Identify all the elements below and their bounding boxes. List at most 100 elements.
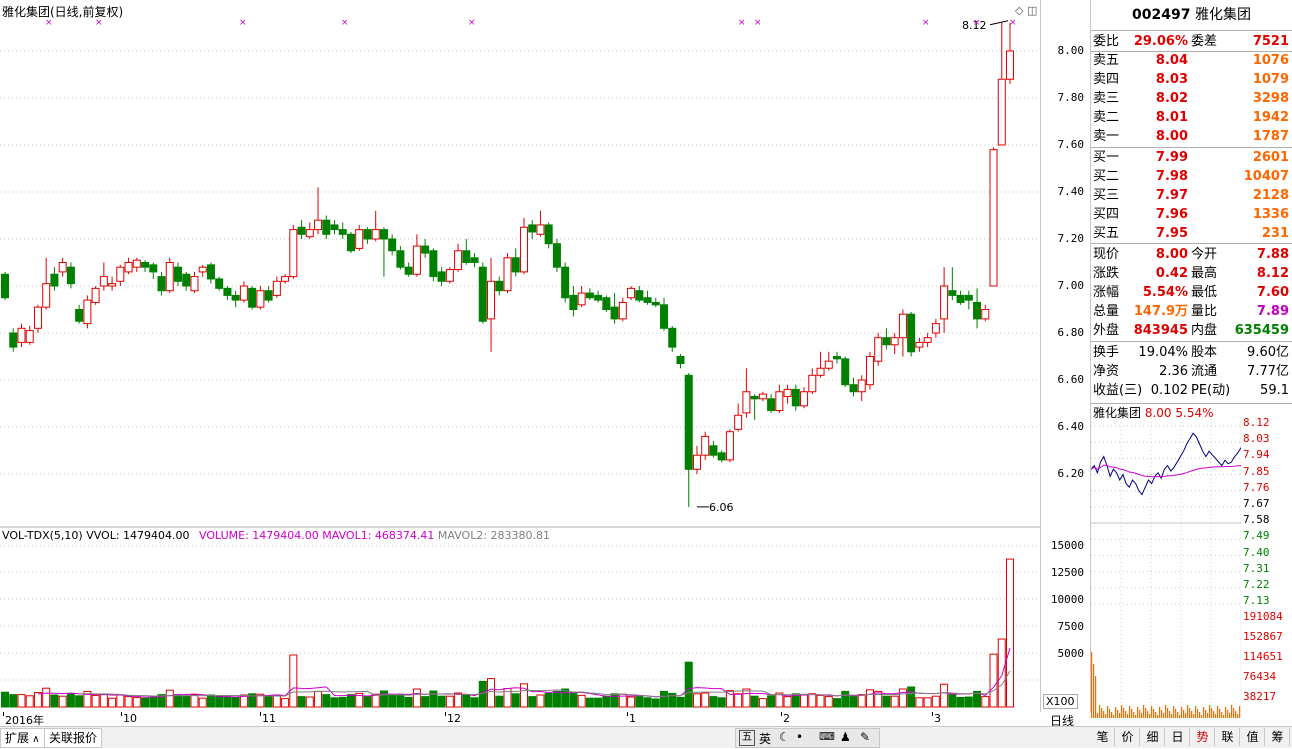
candle-body [1006,50,1014,80]
candle [272,276,281,298]
mini-chart-axis: 8.12 8.03 7.94 7.85 7.76 7.67 7.58 7.49 7.40 7.31… [1241,416,1292,720]
high-arrow [989,20,1009,26]
candle-body [355,229,364,249]
ime-lang-icon[interactable]: 英 [759,730,771,747]
vol-volume: VOLUME: 1479404.00 [199,529,319,542]
vol-mavol1: MAVOL1: 468374.41 [322,529,435,542]
candle-body [725,431,734,461]
volume-bar [215,696,224,708]
candle [544,222,553,249]
mini-volume-bar [1217,706,1219,718]
right-tab[interactable]: 笔 [1091,728,1115,746]
volume-bar [824,696,833,708]
candle [141,260,150,272]
candle-body [421,245,430,254]
mini-volume-bar [1117,710,1119,718]
candle-body [989,149,998,287]
volume-bar [915,697,924,708]
candle [322,215,331,239]
candle [297,220,306,239]
mini-volume-bar [1195,706,1197,718]
candle [330,220,339,235]
volume-bar [692,693,701,708]
candle-body [841,358,850,386]
stat-row: 总量 147.9万 量比 7.89 [1091,302,1292,321]
candle-body [487,280,496,320]
volume-bar [50,694,59,708]
candle [503,253,512,294]
bid-price: 7.99 [1155,150,1188,165]
mini-volume-bar [1115,707,1117,718]
event-marker-icon: × [738,18,746,28]
volume-bar [643,697,652,708]
right-tab[interactable]: 值 [1241,728,1265,746]
mini-volume-bar [1235,711,1237,718]
candle-body [692,454,701,470]
candle [841,356,850,388]
moon-icon[interactable]: ☾ [779,730,790,744]
right-tab[interactable]: 势 [1191,728,1215,746]
volume-bar [346,694,355,708]
candle [264,286,273,303]
candle-body [248,287,257,308]
volume-bar [165,689,174,708]
event-marker-icon: × [754,18,762,28]
candle [165,257,174,294]
candle-body [816,367,825,376]
intraday-mini-chart[interactable] [1091,418,1241,718]
expand-tab[interactable]: 扩展 ∧ [0,728,45,748]
volume-bar [577,694,586,708]
mini-volume-bar [1227,710,1229,718]
candle [585,288,594,301]
mini-volume-bar [1175,709,1177,718]
candle [948,267,957,301]
candle [635,286,644,303]
candle [66,262,75,289]
right-tab[interactable]: 日 [1166,728,1190,746]
candle-body [363,229,372,240]
volume-bar [421,696,430,708]
stat-label-2: 今开 [1191,247,1218,262]
volume-bar [981,696,990,708]
candle-body [215,278,224,289]
dot-icon[interactable]: • [796,730,803,744]
candle-body [519,226,528,273]
volume-bar [91,694,100,708]
mini-volume-bar [1141,713,1143,718]
candle [206,262,215,284]
right-tab[interactable]: 价 [1116,728,1140,746]
diamond-icon[interactable]: ◇ [1015,4,1023,17]
stat-label: 总量 [1093,304,1120,319]
bid-row: 买四 7.96 1336 [1091,205,1292,224]
info-label-2: 股本 [1191,345,1218,360]
candle [58,257,67,277]
ask-price: 8.03 [1155,72,1188,87]
user-icon[interactable]: ♟ [840,730,851,744]
right-tab[interactable]: 筹 [1266,728,1290,746]
right-tab[interactable]: 细 [1141,728,1165,746]
candle-body [594,294,603,301]
price-tick: 7.00 [1057,279,1085,292]
ime-logo-icon[interactable]: 五 [739,730,755,746]
stat-value-2: 8.12 [1256,266,1289,281]
volume-bar [108,697,117,708]
candle [676,354,685,369]
volume-bar [536,694,545,708]
kline-chart-area[interactable]: 雅化集团(日线,前复权) 8.12 6.06 × × × × × × × × × × VOL-TDX(… [0,0,1041,712]
window-toggle-icon[interactable]: ◫ [1027,4,1037,17]
volume-bar [635,696,644,708]
kline-svg[interactable]: 8.126.06× × × × × × × × × × [0,0,1040,712]
volume-unit-label: X100 [1043,694,1078,709]
volume-bar [470,697,479,708]
volume-bar [701,692,710,708]
stock-name: 雅化集团 [1194,7,1251,23]
wrench-icon[interactable]: ✎ [860,730,870,744]
related-quote-tab[interactable]: 关联报价 [44,728,103,748]
volume-bar [857,694,866,708]
volume-bar [660,690,669,708]
volume-tick: 12500 [1050,566,1084,579]
keyboard-icon[interactable]: ⌨ [819,730,835,743]
right-tab[interactable]: 联 [1216,728,1240,746]
volume-bar [190,694,199,708]
price-tick: 6.40 [1057,420,1085,433]
